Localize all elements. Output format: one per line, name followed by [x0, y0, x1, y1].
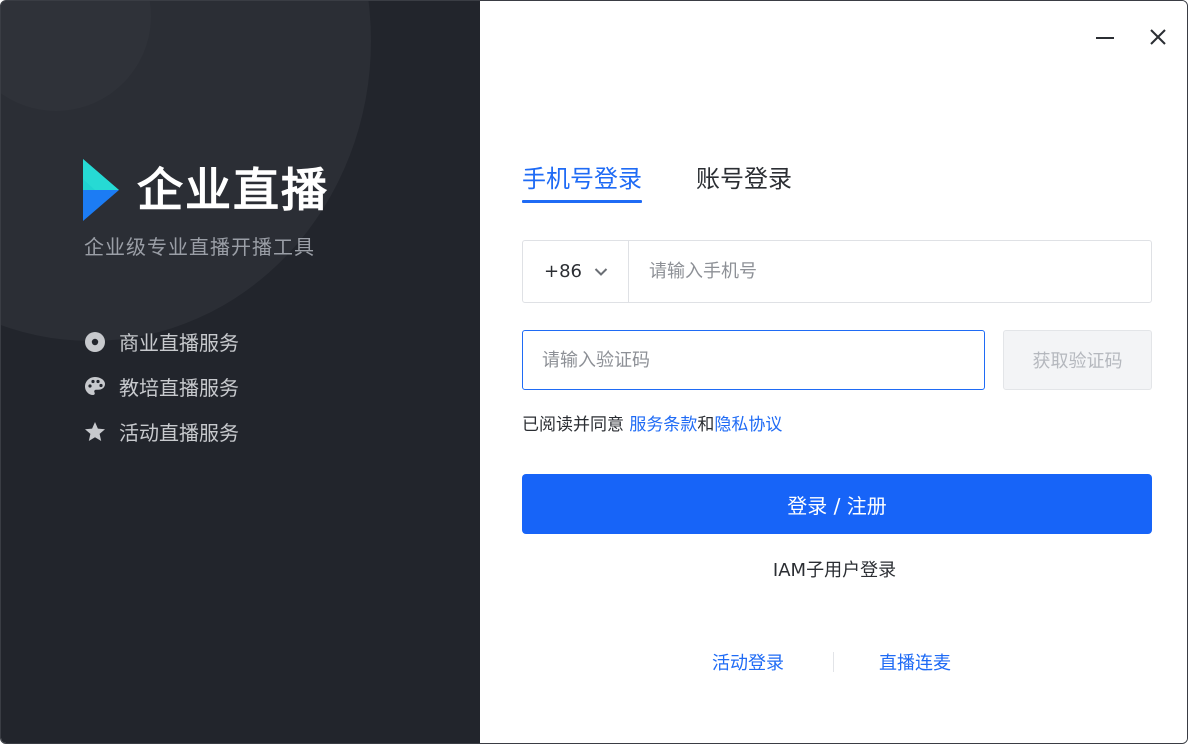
login-panel: 手机号登录 账号登录 +86 获取验证码 已阅读并同意 服务条款和隐私协议 登录… — [480, 1, 1187, 743]
feature-list: 商业直播服务 教培直播服务 活动直播服务 — [83, 319, 239, 454]
iam-login-row: IAM子用户登录 — [480, 556, 1187, 582]
feature-label: 教培直播服务 — [119, 376, 239, 400]
brand-header: 企业直播 — [83, 159, 329, 221]
privacy-link[interactable]: 隐私协议 — [714, 415, 782, 435]
verification-code-input[interactable] — [522, 330, 985, 390]
brand-title: 企业直播 — [137, 163, 329, 217]
close-icon — [1150, 29, 1166, 45]
country-code-value: +86 — [544, 261, 582, 282]
agreement-text: 已阅读并同意 服务条款和隐私协议 — [522, 410, 782, 435]
star-icon — [83, 420, 107, 444]
feature-label: 商业直播服务 — [119, 331, 239, 355]
feature-item-education: 教培直播服务 — [83, 364, 239, 409]
agreement-joiner: 和 — [697, 415, 715, 435]
terms-link[interactable]: 服务条款 — [629, 415, 697, 435]
minimize-icon — [1096, 37, 1114, 39]
iam-login-link[interactable]: IAM子用户登录 — [773, 560, 896, 581]
close-button[interactable] — [1146, 25, 1170, 49]
link-divider — [833, 652, 834, 672]
app-window: 企业直播 企业级专业直播开播工具 商业直播服务 教培直播服务 活动直播服务 手机… — [0, 0, 1188, 744]
phone-field-group: +86 — [522, 240, 1152, 303]
country-code-select[interactable]: +86 — [523, 241, 629, 302]
login-tabs: 手机号登录 账号登录 — [522, 159, 846, 203]
brand-subtitle: 企业级专业直播开播工具 — [84, 235, 315, 259]
get-code-button[interactable]: 获取验证码 — [1003, 330, 1152, 390]
phone-input[interactable] — [629, 241, 1151, 302]
feature-item-event: 活动直播服务 — [83, 409, 239, 454]
palette-icon — [83, 375, 107, 399]
feature-item-business: 商业直播服务 — [83, 319, 239, 364]
disc-icon — [83, 330, 107, 354]
chevron-down-icon — [594, 267, 608, 276]
agreement-prefix: 已阅读并同意 — [522, 415, 624, 435]
minimize-button[interactable] — [1093, 25, 1117, 49]
tab-account-login[interactable]: 账号登录 — [696, 159, 792, 203]
event-login-link[interactable]: 活动登录 — [712, 649, 784, 675]
tab-phone-login[interactable]: 手机号登录 — [522, 159, 642, 203]
play-triangle-logo-icon — [83, 159, 119, 221]
brand-panel: 企业直播 企业级专业直播开播工具 商业直播服务 教培直播服务 活动直播服务 — [1, 1, 480, 743]
login-register-button[interactable]: 登录 / 注册 — [522, 474, 1152, 534]
live-co-host-link[interactable]: 直播连麦 — [879, 649, 951, 675]
feature-label: 活动直播服务 — [119, 421, 239, 445]
